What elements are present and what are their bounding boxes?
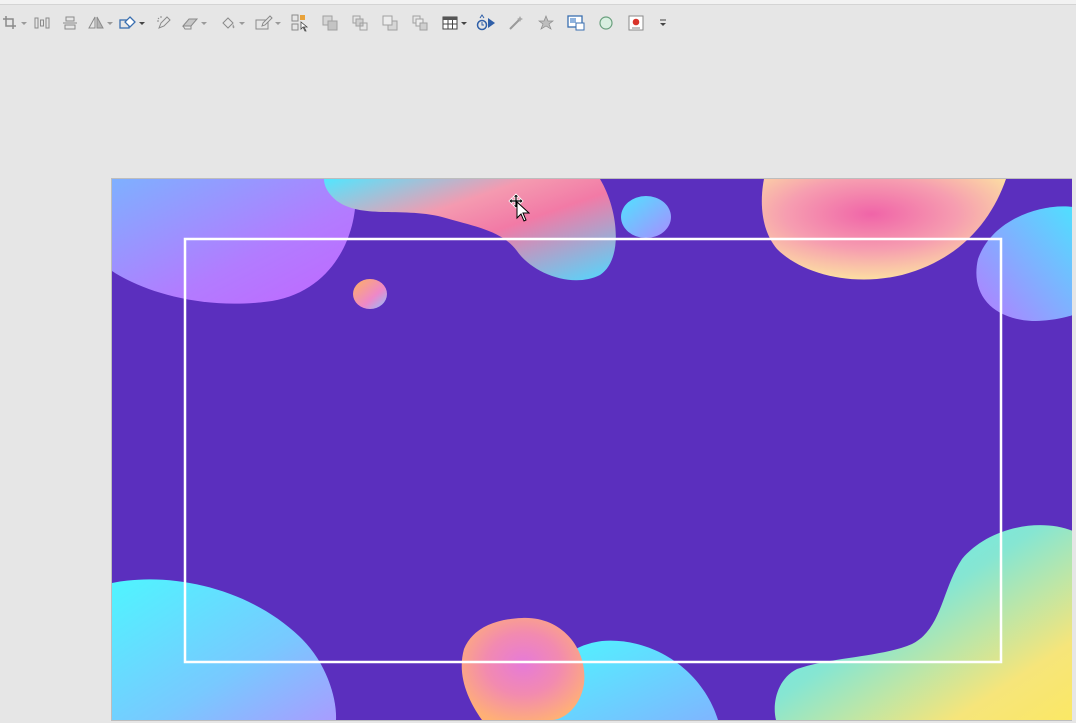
crop-icon[interactable] xyxy=(0,12,20,34)
select-objects-icon[interactable] xyxy=(290,12,310,34)
presentation-editor xyxy=(0,0,1076,723)
slide-background-art xyxy=(112,179,1073,720)
shape-outline-icon[interactable] xyxy=(118,12,138,34)
send-backward-icon[interactable] xyxy=(380,12,400,34)
pencil-outline-icon[interactable] xyxy=(254,12,274,34)
toolbar-overflow-icon[interactable] xyxy=(656,12,670,34)
bring-forward-icon[interactable] xyxy=(320,12,340,34)
eraser-icon[interactable] xyxy=(180,12,200,34)
flip-icon[interactable] xyxy=(86,12,106,34)
canvas-right-edge xyxy=(1072,178,1076,723)
fill-bucket-dropdown[interactable] xyxy=(238,12,246,34)
move-cursor-icon xyxy=(506,193,531,223)
window-top-edge xyxy=(0,0,1076,5)
circle-shape-icon[interactable] xyxy=(596,12,616,34)
eraser-dropdown[interactable] xyxy=(200,12,208,34)
align-vertical-icon[interactable] xyxy=(60,12,80,34)
table-icon[interactable] xyxy=(440,12,460,34)
pencil-outline-dropdown[interactable] xyxy=(274,12,282,34)
pen-sparkle-icon[interactable] xyxy=(154,12,174,34)
drawing-toolbar xyxy=(0,10,672,36)
record-icon[interactable] xyxy=(626,12,646,34)
effects-star-icon[interactable] xyxy=(536,12,556,34)
animation-icon[interactable] xyxy=(476,12,496,34)
slide[interactable] xyxy=(111,178,1074,721)
send-to-back-icon[interactable] xyxy=(410,12,430,34)
magic-wand-icon[interactable] xyxy=(506,12,526,34)
shape-outline-dropdown[interactable] xyxy=(138,12,146,34)
flip-dropdown[interactable] xyxy=(106,12,114,34)
distribute-horizontal-icon[interactable] xyxy=(32,12,52,34)
fill-bucket-icon[interactable] xyxy=(218,12,238,34)
crop-dropdown[interactable] xyxy=(20,12,28,34)
table-dropdown[interactable] xyxy=(460,12,468,34)
bring-to-front-icon[interactable] xyxy=(350,12,370,34)
slide-show-icon[interactable] xyxy=(566,12,586,34)
